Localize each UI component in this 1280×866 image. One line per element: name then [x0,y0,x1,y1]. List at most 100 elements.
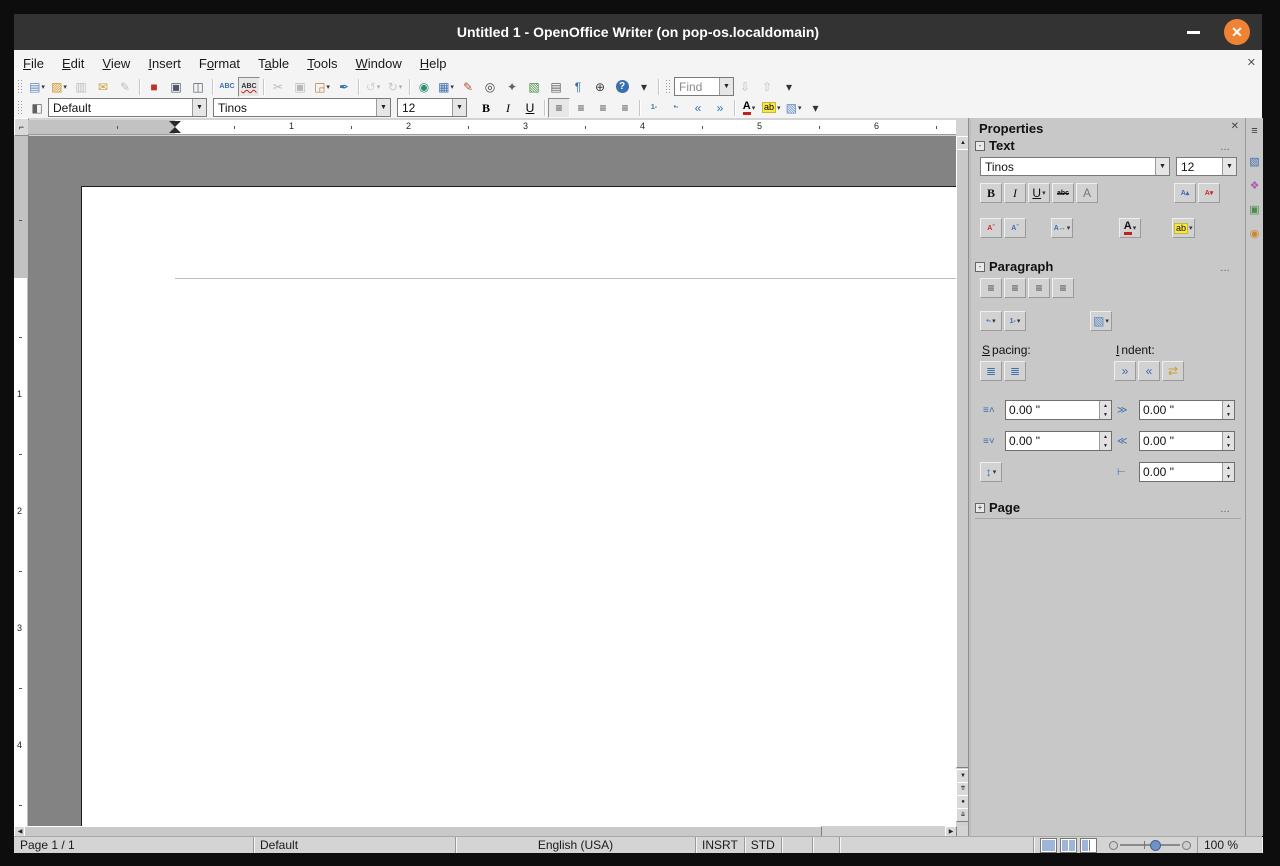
open-icon-dropdown[interactable]: ▾ [63,83,67,91]
document-canvas[interactable] [28,136,956,826]
vertical-ruler[interactable]: 1 2 3 4 [14,136,28,826]
paragraph-style-combo[interactable]: Default ▼ [48,98,207,117]
spinner[interactable]: ▲ ▼ [1099,432,1111,450]
page-more-options-icon[interactable]: … [1220,504,1231,515]
numbered-list-icon[interactable]: 1- [643,98,665,118]
collapse-icon[interactable]: - [975,261,985,272]
menu-help[interactable]: Help [411,53,456,74]
nonprinting-characters-icon[interactable]: ¶ [567,77,589,97]
paste-icon-dropdown[interactable]: ▾ [326,83,330,91]
spinner[interactable]: ▲ ▼ [1222,401,1234,419]
close-document-icon[interactable]: ✕ [1247,56,1256,69]
sb-highlighting-icon[interactable]: ab ▾ [1172,218,1195,238]
single-page-view-icon[interactable] [1040,837,1057,853]
menu-view[interactable]: View [93,53,139,74]
sidebar-size-dropdown-icon[interactable]: ▼ [1222,158,1236,175]
sb-decrease-indent-icon[interactable]: « [1138,361,1160,381]
bullet-list-icon[interactable]: •- [665,98,687,118]
status-signature[interactable] [813,837,840,853]
increase-indent-icon[interactable]: » [709,98,731,118]
superscript-icon[interactable]: Aˆ [980,218,1002,238]
font-size-combo[interactable]: 12 ▼ [397,98,467,117]
collapse-icon[interactable]: - [975,140,985,151]
sb-align-center-icon[interactable]: ≡ [1004,278,1026,298]
status-zoom-percent[interactable]: 100 % [1197,837,1262,853]
zoom-slider[interactable] [1103,840,1197,851]
format-paintbrush-icon[interactable]: ✒ [333,77,355,97]
sb-bullet-list-icon[interactable]: •- ▾ [980,311,1002,331]
spellcheck-icon[interactable]: ABC [216,77,238,97]
highlighting-icon-dropdown[interactable]: ▾ [777,104,781,112]
sidebar-close-icon[interactable]: ✕ [1231,121,1239,132]
switch-indent-icon[interactable]: ⇄ [1162,361,1184,381]
below-paragraph-spacing-field[interactable]: 0.00 " ▲ ▼ [1005,431,1112,451]
line-spacing-icon-dropdown[interactable]: ▾ [993,468,997,476]
find-input[interactable]: Find ▼ [674,77,734,96]
tab-gallery-icon[interactable]: ▣ [1247,200,1262,218]
sb-font-color-icon[interactable]: A ▾ [1119,218,1141,238]
new-document-icon-dropdown[interactable]: ▾ [41,83,45,91]
sidebar-menu-icon[interactable]: ≡ [1247,122,1262,140]
text-section-header[interactable]: - Text [975,138,1015,153]
sb-paragraph-background-icon[interactable]: ▧ ▾ [1090,311,1112,331]
horizontal-ruler[interactable]: 1 2 3 4 5 6 [28,120,956,135]
font-color-icon[interactable]: A ▾ [738,98,760,118]
gallery-icon[interactable]: ▧ [523,77,545,97]
menu-tools[interactable]: Tools [298,53,346,74]
spinner[interactable]: ▲ ▼ [1222,432,1234,450]
sb-strikethrough-icon[interactable]: abc [1052,183,1074,203]
decrease-indent-icon[interactable]: « [687,98,709,118]
zoom-out-icon[interactable] [1109,840,1118,850]
toolbar-overflow-icon[interactable]: ▾ [633,77,655,97]
undo-icon-dropdown[interactable]: ▾ [377,83,381,91]
sb-numbered-list-icon[interactable]: 1- ▾ [1004,311,1026,331]
before-text-indent-field[interactable]: 0.00 " ▲ ▼ [1139,400,1235,420]
data-sources-icon[interactable]: ▤ [545,77,567,97]
new-document-icon[interactable]: ▤ ▾ [26,77,48,97]
menu-insert[interactable]: Insert [139,53,190,74]
sb-underline-icon-dropdown[interactable]: ▾ [1042,189,1046,197]
align-justify-icon[interactable]: ≡ [614,98,636,118]
decrease-font-icon[interactable]: A▾ [1198,183,1220,203]
sb-align-right-icon[interactable]: ≡ [1028,278,1050,298]
italic-icon[interactable]: I [497,98,519,118]
open-icon[interactable]: ▨ ▾ [48,77,70,97]
sb-paragraph-background-icon-dropdown[interactable]: ▾ [1105,317,1109,325]
font-color-icon-dropdown[interactable]: ▾ [752,104,756,112]
table-icon-dropdown[interactable]: ▾ [450,83,454,91]
close-button[interactable]: ✕ [1224,19,1250,45]
status-language[interactable]: English (USA) [456,837,696,853]
increase-font-icon[interactable]: A▴ [1174,183,1196,203]
paragraph-section-header[interactable]: - Paragraph [975,259,1053,274]
export-pdf-icon[interactable]: ■ [143,77,165,97]
tab-properties-icon[interactable]: ▧ [1247,152,1262,170]
hyperlink-icon[interactable]: ◉ [413,77,435,97]
status-document-modified[interactable] [782,837,813,853]
paragraph-background-icon[interactable]: ▧ ▾ [783,98,805,118]
navigator-icon[interactable]: ✦ [501,77,523,97]
toolbar-grip[interactable] [17,79,22,94]
sb-increase-indent-icon[interactable]: » [1114,361,1136,381]
sb-bold-icon[interactable]: B [980,183,1002,203]
sidebar-font-dropdown-icon[interactable]: ▼ [1155,158,1169,175]
status-insert-mode[interactable]: INSRT [696,837,745,853]
sb-bullet-list-icon-dropdown[interactable]: ▾ [992,317,996,325]
zoom-slider-thumb[interactable] [1150,840,1161,851]
formatting-toolbar-grip[interactable] [17,100,22,115]
paragraph-background-icon-dropdown[interactable]: ▾ [798,104,802,112]
zoom-icon[interactable]: ⊕ [589,77,611,97]
highlighting-icon[interactable]: ab ▾ [760,98,783,118]
paragraph-more-options-icon[interactable]: … [1220,263,1231,274]
line-spacing-icon[interactable]: ↕ ▾ [980,462,1002,482]
menu-format[interactable]: Format [190,53,249,74]
document-as-email-icon[interactable]: ✉ [92,77,114,97]
underline-icon[interactable]: U [519,98,541,118]
menu-table[interactable]: Table [249,53,298,74]
tab-navigator-icon[interactable]: ◉ [1247,224,1262,242]
redo-icon-dropdown[interactable]: ▾ [399,83,403,91]
sb-numbered-list-icon-dropdown[interactable]: ▾ [1017,317,1021,325]
after-text-indent-field[interactable]: 0.00 " ▲ ▼ [1139,431,1235,451]
align-right-icon[interactable]: ≡ [592,98,614,118]
status-page-number[interactable]: Page 1 / 1 [14,837,254,853]
subscript-icon[interactable]: Aˇ [1004,218,1026,238]
